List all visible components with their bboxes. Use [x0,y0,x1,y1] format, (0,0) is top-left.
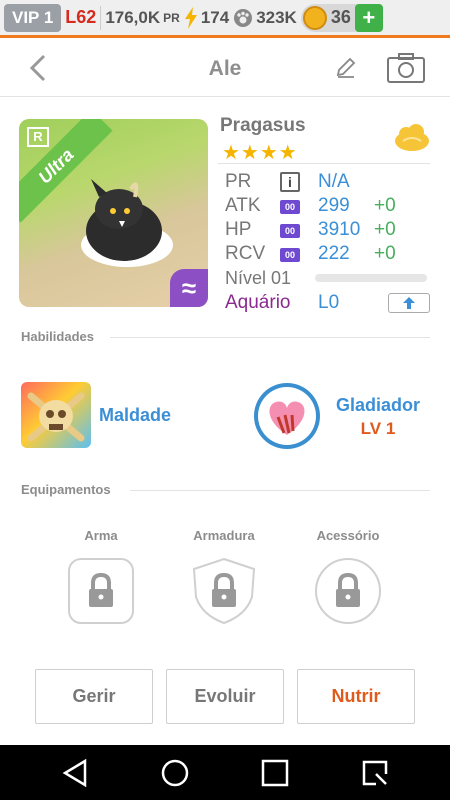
armor-slot[interactable] [190,557,258,625]
stat-key: PR [225,171,252,192]
paw-icon [234,8,253,27]
stat-value: 222 [318,243,350,264]
pr-stat: 176,0K PR [105,8,180,28]
assist-icon[interactable] [360,758,390,788]
page-title: Ale [208,57,242,80]
stat-key: HP [225,219,252,240]
stat-value: 299 [318,195,350,216]
pr-label: PR [163,10,180,25]
vip-badge[interactable]: VIP 1 [4,3,62,32]
home-circle-icon[interactable] [160,758,190,788]
section-title-equipment: Equipamentos [21,482,111,497]
stat-value: N/A [318,171,350,192]
status-bar: VIP 1 L62 176,0K PR 174 323K 36 + [0,0,450,38]
aquarium-row: Aquário L0 [225,290,435,316]
cloud-icon[interactable] [393,121,431,153]
stats-table: PR i N/A ATK 00 299 +0 HP 00 3910 +0 RCV… [225,170,435,316]
evolve-button[interactable]: Evoluir [166,669,284,724]
skill-level: LV 1 [360,419,396,438]
back-triangle-icon[interactable] [61,758,91,788]
divider [110,337,430,338]
stat-row-hp: HP 00 3910 +0 [225,218,435,242]
skill-icon-maldade[interactable] [21,382,91,448]
accessory-slot[interactable] [314,557,382,625]
skill-icon-gladiador[interactable] [254,383,320,449]
add-coins-button[interactable]: + [354,3,383,32]
lightning-icon [184,6,197,29]
pencil-icon[interactable] [334,55,358,79]
pet-portrait[interactable]: Ultra R ≈ [19,119,208,307]
section-title-skills: Habilidades [21,329,94,344]
level-progress-bar [315,274,428,282]
heart-claw-icon [269,401,305,435]
info-icon[interactable]: i [280,172,300,192]
aquarium-value: L0 [318,292,340,313]
aquarium-label: Aquário [225,292,291,313]
stat-bonus: +0 [374,243,396,264]
slot-label: Arma [84,528,118,543]
skull-icon [27,392,85,442]
divider [100,5,102,30]
divider [130,490,430,491]
stat-row-pr: PR i N/A [225,170,435,194]
rarity-badge: R [27,127,49,147]
stat-badge: 00 [280,224,300,238]
level-row: Nível 01 [225,266,435,290]
coin-value: 36 [330,7,351,27]
skill-label[interactable]: Gladiador [330,395,426,416]
slot-label: Armadura [193,528,255,543]
stat-bonus: +0 [374,219,396,240]
upgrade-aquarium-button[interactable] [388,293,430,313]
pet-name: Pragasus [220,115,306,136]
manage-button[interactable]: Gerir [35,669,153,724]
energy-value: 174 [200,7,230,27]
stat-row-rcv: RCV 00 222 +0 [225,242,435,266]
player-level: L62 [65,7,97,27]
pet-creature-image [81,179,173,267]
star-rating: ★★★★ [222,142,298,164]
system-nav-bar [0,745,450,800]
stat-key: RCV [225,243,266,264]
recents-square-icon[interactable] [260,758,290,788]
level-label: Nível 01 [225,267,292,288]
pr-value: 176,0K [105,7,161,27]
camera-icon[interactable] [386,52,426,84]
energy-stat[interactable]: 174 [184,6,230,29]
coin-icon [302,5,327,30]
header: Ale [0,41,450,97]
paw-stat[interactable]: 323K [233,8,297,28]
paw-value: 323K [256,7,297,27]
water-element-icon: ≈ [170,269,208,307]
stat-value: 3910 [318,219,361,240]
skill-icon-frame [258,387,316,445]
up-arrow-icon [403,297,415,309]
weapon-slot[interactable] [67,557,135,625]
slot-label: Acessório [316,528,380,543]
divider [218,163,430,164]
coin-counter[interactable]: 36 + [300,3,383,32]
skill-label[interactable]: Maldade [99,405,171,426]
stat-bonus: +0 [374,195,396,216]
stat-badge: 00 [280,248,300,262]
feed-button[interactable]: Nutrir [297,669,415,724]
stat-key: ATK [225,195,261,216]
stat-row-atk: ATK 00 299 +0 [225,194,435,218]
stat-badge: 00 [280,200,300,214]
